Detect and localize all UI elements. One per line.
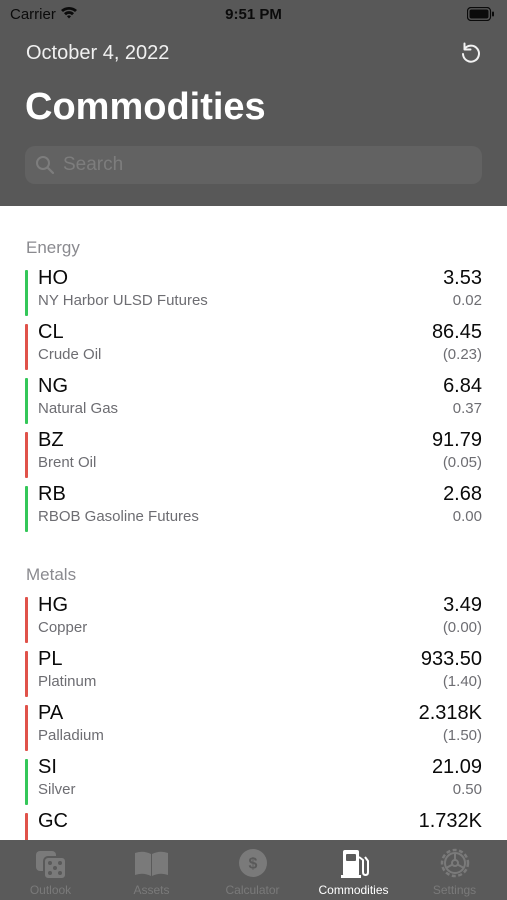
commodity-change: (0.23) — [442, 346, 482, 363]
commodity-name: NY Harbor ULSD Futures — [38, 292, 208, 309]
trend-indicator — [25, 651, 28, 697]
trend-indicator — [25, 597, 28, 643]
commodity-change: (1.40) — [442, 673, 482, 690]
commodity-change: 0.00 — [452, 508, 482, 525]
trend-indicator — [25, 705, 28, 751]
commodity-price: 2.68 — [443, 483, 482, 505]
commodity-name: Copper — [38, 619, 88, 636]
commodity-symbol: CL — [38, 321, 64, 343]
tab-commodities[interactable]: Commodities — [303, 840, 404, 900]
header: Carrier 9:51 PM October 4, 2022 Commodit… — [0, 0, 507, 206]
commodity-name: Silver — [38, 781, 76, 798]
trend-indicator — [25, 486, 28, 532]
battery-icon — [466, 6, 495, 26]
tab-label: Assets — [133, 883, 170, 897]
date-label: October 4, 2022 — [26, 42, 170, 64]
commodity-name: RBOB Gasoline Futures — [38, 508, 199, 525]
commodity-symbol: PA — [38, 702, 64, 724]
commodity-price: 2.318K — [418, 702, 482, 724]
svg-text:$: $ — [249, 856, 258, 873]
trend-indicator — [25, 324, 28, 370]
commodity-price: 3.53 — [443, 267, 482, 289]
trend-indicator — [25, 432, 28, 478]
commodity-change: 0.37 — [452, 400, 482, 417]
tab-bar: Outlook Assets $ Calculator Commodities … — [0, 840, 507, 900]
commodity-change: 0.02 — [452, 292, 482, 309]
status-bar: Carrier 9:51 PM — [0, 0, 507, 28]
fuel-pump-icon — [303, 847, 404, 879]
status-time: 9:51 PM — [225, 6, 282, 23]
trend-indicator — [25, 813, 28, 840]
commodity-row[interactable]: RB RBOB Gasoline Futures 2.68 0.00 — [25, 483, 482, 532]
tab-outlook[interactable]: Outlook — [0, 840, 101, 900]
commodity-symbol: NG — [38, 375, 68, 397]
commodity-symbol: SI — [38, 756, 57, 778]
commodity-symbol: GC — [38, 813, 68, 832]
commodity-row[interactable]: PA Palladium 2.318K (1.50) — [25, 702, 482, 751]
commodity-price: 86.45 — [431, 321, 482, 343]
commodity-name: Palladium — [38, 727, 104, 744]
commodity-row[interactable]: BZ Brent Oil 91.79 (0.05) — [25, 429, 482, 478]
commodity-name: Platinum — [38, 673, 97, 690]
commodity-price: 91.79 — [431, 429, 482, 451]
tab-label: Settings — [432, 883, 477, 897]
search-input[interactable]: Search — [25, 146, 482, 184]
trend-indicator — [25, 270, 28, 316]
commodity-change: (1.50) — [442, 727, 482, 744]
dollar-circle-icon: $ — [202, 847, 303, 879]
commodity-symbol: RB — [38, 483, 66, 505]
commodity-row[interactable]: HG Copper 3.49 (0.00) — [25, 594, 482, 643]
commodity-row[interactable]: SI Silver 21.09 0.50 — [25, 756, 482, 805]
commodity-price: 6.84 — [443, 375, 482, 397]
tab-calculator[interactable]: $ Calculator — [202, 840, 303, 900]
commodity-price: 21.09 — [431, 756, 482, 778]
refresh-icon[interactable] — [458, 40, 484, 66]
commodity-row[interactable]: CL Crude Oil 86.45 (0.23) — [25, 321, 482, 370]
commodity-row[interactable]: NG Natural Gas 6.84 0.37 — [25, 375, 482, 424]
commodity-price: 933.50 — [420, 648, 482, 670]
commodity-row[interactable]: GC 1.732K — [25, 813, 482, 840]
trend-indicator — [25, 759, 28, 805]
dice-icon — [0, 847, 101, 880]
search-placeholder: Search — [63, 154, 124, 175]
tab-settings[interactable]: Settings — [404, 840, 505, 900]
gear-icon — [404, 847, 505, 879]
commodity-name: Brent Oil — [38, 454, 97, 471]
commodity-symbol: HG — [38, 594, 68, 616]
section-title: Energy — [26, 238, 80, 257]
commodity-change: (0.05) — [442, 454, 482, 471]
tab-label: Commodities — [318, 883, 389, 897]
commodity-row[interactable]: PL Platinum 933.50 (1.40) — [25, 648, 482, 697]
section-title: Metals — [26, 565, 77, 584]
commodity-change: 0.50 — [452, 781, 482, 798]
commodity-symbol: HO — [38, 267, 68, 289]
tab-assets[interactable]: Assets — [101, 840, 202, 900]
commodity-symbol: BZ — [38, 429, 64, 451]
commodity-symbol: PL — [38, 648, 63, 670]
tab-label: Calculator — [225, 883, 280, 897]
search-icon — [35, 155, 55, 180]
commodity-name: Natural Gas — [38, 400, 119, 417]
commodity-row[interactable]: HO NY Harbor ULSD Futures 3.53 0.02 — [25, 267, 482, 316]
commodity-change: (0.00) — [442, 619, 482, 636]
trend-indicator — [25, 378, 28, 424]
tab-label: Outlook — [29, 883, 72, 897]
commodity-name: Crude Oil — [38, 346, 102, 363]
commodity-price: 3.49 — [443, 594, 482, 616]
page-title: Commodities — [25, 86, 266, 128]
book-icon — [101, 847, 202, 879]
commodity-price: 1.732K — [418, 813, 482, 832]
